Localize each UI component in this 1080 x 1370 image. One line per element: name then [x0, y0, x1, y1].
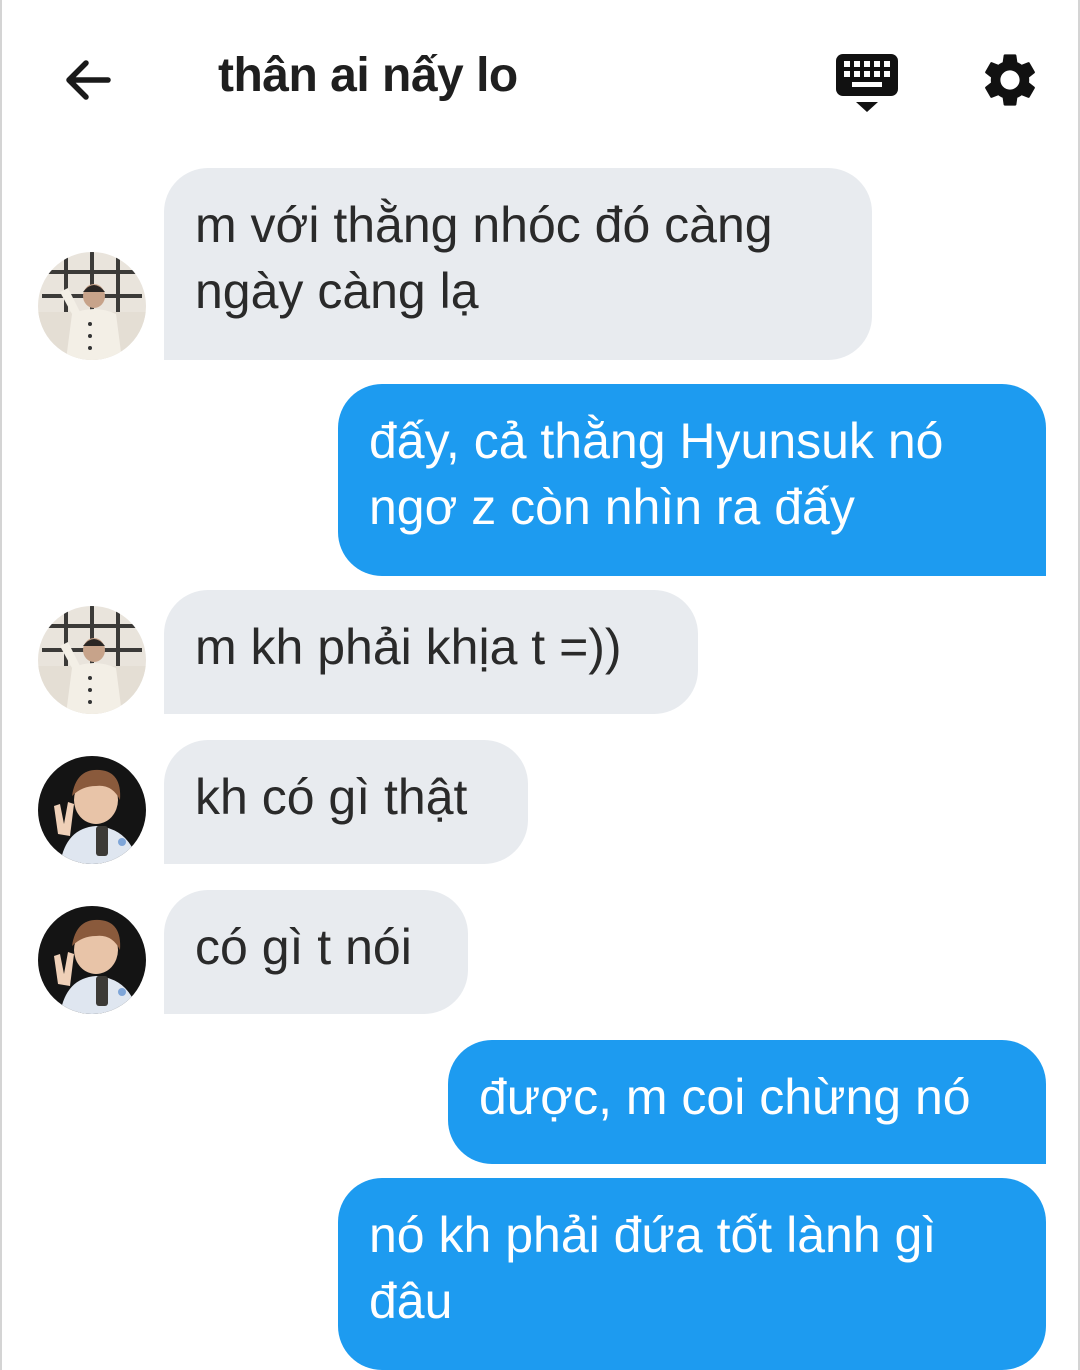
message-text-line: ngày càng lạ	[195, 263, 479, 319]
message-text-line: nó kh phải đứa tốt lành gì	[369, 1207, 937, 1263]
message-text-line: đấy, cả thằng Hyunsuk nó	[369, 413, 944, 469]
message-text-line: có gì t nói	[195, 919, 412, 975]
chat-screen: thân ai nấy lo m với thằng nhóc đó càng …	[0, 0, 1080, 1370]
keyboard-icon[interactable]	[834, 52, 900, 114]
incoming-message[interactable]: m với thằng nhóc đó càng ngày càng lạ	[164, 168, 872, 360]
chat-header: thân ai nấy lo	[2, 0, 1080, 160]
outgoing-message[interactable]: đấy, cả thằng Hyunsuk nó ngơ z còn nhìn …	[338, 384, 1046, 576]
contact-avatar[interactable]	[38, 606, 146, 714]
conversation-title: thân ai nấy lo	[218, 49, 518, 102]
message-text-line: m kh phải khịa t =))	[195, 619, 622, 675]
message-text-line: ngơ z còn nhìn ra đấy	[369, 479, 855, 535]
incoming-message[interactable]: kh có gì thật	[164, 740, 528, 864]
message-text-line: kh có gì thật	[195, 769, 468, 825]
arrow-left-icon[interactable]	[58, 50, 118, 110]
gear-icon[interactable]	[978, 48, 1042, 112]
contact-avatar[interactable]	[38, 252, 146, 360]
outgoing-message[interactable]: nó kh phải đứa tốt lành gì đâu	[338, 1178, 1046, 1370]
message-text-line: m với thằng nhóc đó càng	[195, 197, 773, 253]
outgoing-message[interactable]: được, m coi chừng nó	[448, 1040, 1046, 1164]
contact-avatar[interactable]	[38, 906, 146, 1014]
message-text-line: đâu	[369, 1273, 453, 1329]
message-text-line: được, m coi chừng nó	[479, 1069, 971, 1125]
incoming-message[interactable]: có gì t nói	[164, 890, 468, 1014]
contact-avatar[interactable]	[38, 756, 146, 864]
incoming-message[interactable]: m kh phải khịa t =))	[164, 590, 698, 714]
